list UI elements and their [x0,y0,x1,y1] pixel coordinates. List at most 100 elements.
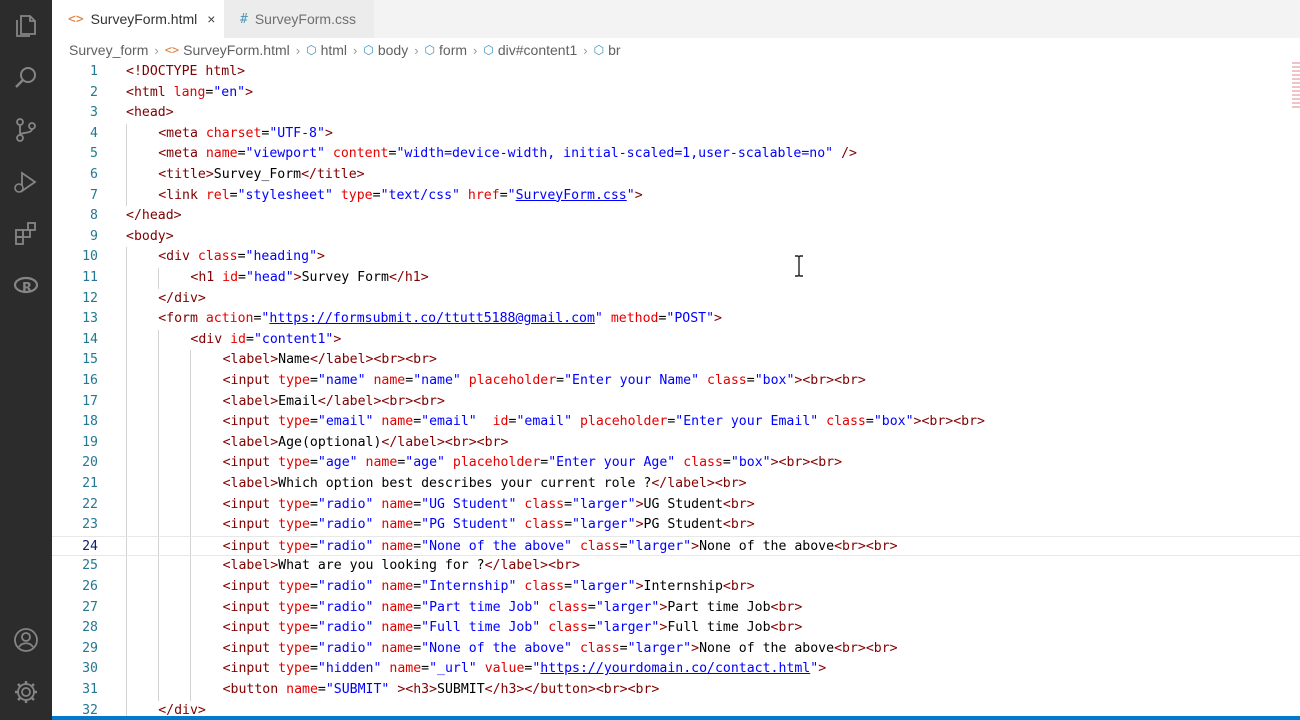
indent-guide [158,371,160,392]
code-line[interactable]: 9 <body> [52,227,1300,248]
code-line[interactable]: 26 <input type="radio" name="Internship" … [52,577,1300,598]
code-token: " [626,187,635,203]
r-icon[interactable]: R [0,266,52,306]
code-token: <div [158,249,198,265]
code-token: placeholder [579,414,668,430]
code-token: = [619,640,628,656]
code-line[interactable]: 21 <label>Which option best describes you… [52,474,1300,495]
code-token: </label><br> [651,476,747,491]
code-token[interactable]: https://yourdomain.co/contact.html [540,661,810,676]
code-line[interactable]: 1 <!DOCTYPE html> [52,62,1300,83]
breadcrumb-br[interactable]: ⬡ br [594,42,621,58]
code-line[interactable]: 23 <input type="radio" name="PG Student" … [52,515,1300,536]
code-line[interactable]: 12 </div> [52,288,1300,310]
code-text: <link rel="stylesheet" type="text/css" h… [158,186,642,207]
code-token: <input [222,661,279,677]
indent-guide [126,536,127,556]
code-line[interactable]: 16 <input type="name" name="name" placeho… [52,371,1300,392]
indent-guide [190,536,192,556]
line-number: 13 [82,311,98,327]
code-line[interactable]: 25 <label>What are you looking for ?</lab… [52,556,1300,577]
breadcrumb-div-content1[interactable]: ⬡ div#content1 [483,42,577,58]
code-token: "name" [413,373,461,388]
code-line[interactable]: 22 <input type="radio" name="UG Student" … [52,494,1300,516]
code-line[interactable]: 15 <label>Name</label><br><br> [52,350,1300,371]
code-line[interactable]: 7 <link rel="stylesheet" type="text/css" … [52,185,1300,207]
close-icon[interactable]: × [207,11,215,27]
code-token: "larger" [595,620,660,636]
code-line[interactable]: 19 <label>Age(optional)</label><br><br> [52,432,1300,454]
code-text: <label>Name</label><br><br> [223,350,437,371]
tab-surveyform-html[interactable]: <> SurveyForm.html × [52,0,224,38]
code-line[interactable]: 30 <input type="hidden" name="_url" value… [52,659,1300,680]
tab-surveyform-css[interactable]: # SurveyForm.css [224,0,374,38]
run-debug-icon[interactable] [0,162,52,202]
indent-guide [158,638,160,660]
indent-guide [190,659,192,680]
code-line[interactable]: 31 <button name="SUBMIT" ><h3>SUBMIT</h3>… [52,680,1300,701]
code-line[interactable]: 20 <input type="age" name="age" placehold… [52,453,1300,474]
line-number: 19 [82,434,98,450]
search-icon[interactable] [0,58,52,98]
code-text: <head> [126,103,174,124]
code-token: "en" [213,84,246,100]
code-text: <input type="age" name="age" placeholder… [223,453,842,474]
code-token: = [556,373,565,388]
code-line[interactable]: 13 <form action="https://formsubmit.co/tt… [52,309,1300,330]
code-line[interactable]: 14 <div id="content1"> [52,329,1300,351]
breadcrumb-folder[interactable]: Survey_form [69,42,148,58]
code-token: class [524,517,565,533]
tab-label: SurveyForm.html [90,11,198,27]
code-line[interactable]: 5 <meta name="viewport" content="width=de… [52,144,1300,165]
code-line[interactable]: 4 <meta charset="UTF-8"> [52,123,1300,145]
code-text: <!DOCTYPE html> [126,62,245,83]
breadcrumb-file[interactable]: <> SurveyForm.html [165,42,290,58]
breadcrumb-body[interactable]: ⬡ body [363,42,408,58]
code-line[interactable]: 11 <h1 id="head">Survey Form</h1> [52,268,1300,289]
indent-guide [126,391,127,413]
code-token[interactable]: https://formsubmit.co/ttutt5188@gmail.co… [269,311,595,326]
code-token: class [524,496,565,512]
indent-guide [158,432,160,454]
settings-gear-icon[interactable] [0,672,52,712]
code-line[interactable]: 29 <input type="radio" name="None of the … [52,638,1300,660]
code-token: placeholder [468,373,557,388]
code-line[interactable]: 17 <label>Email</label><br><br> [52,391,1300,413]
line-number: 10 [82,249,98,265]
code-token: <meta [158,146,206,162]
code-text: <h1 id="head">Survey Form</h1> [190,268,428,289]
code-token: = [238,270,246,285]
indent-guide [126,185,127,207]
code-token: "larger" [572,579,636,594]
indent-guide [126,371,127,392]
code-token: type [340,187,373,203]
code-token: "larger" [572,496,636,512]
code-token[interactable]: SurveyForm.css [516,188,627,203]
code-token: " [507,187,516,203]
minimap[interactable] [1292,62,1300,122]
code-line[interactable]: 8 </head> [52,206,1300,227]
code-line[interactable]: 6 <title>Survey_Form</title> [52,165,1300,186]
files-icon[interactable] [0,6,52,46]
code-token: </label><br><br> [381,434,509,450]
code-line[interactable]: 27 <input type="radio" name="Part time Jo… [52,597,1300,619]
code-line[interactable]: 28 <input type="radio" name="Full time Jo… [52,618,1300,639]
code-line[interactable]: 2 <html lang="en"> [52,83,1300,104]
account-icon[interactable] [0,620,52,660]
source-control-icon[interactable] [0,110,52,150]
code-line[interactable]: 18 <input type="email" name="email" id="e… [52,412,1300,433]
code-text: <button name="SUBMIT" ><h3>SUBMIT</h3></… [223,680,660,701]
indent-guide [190,638,192,660]
extensions-icon[interactable] [0,214,52,254]
indent-guide [158,515,160,536]
code-line[interactable]: 3 <head> [52,103,1300,124]
code-token: What are you looking for ? [278,558,485,574]
breadcrumb-html[interactable]: ⬡ html [306,42,347,58]
code-editor[interactable]: 1 <!DOCTYPE html> 2 <html lang="en"> 3 <head>… [52,62,1300,720]
code-line[interactable]: 10 <div class="heading"> [52,247,1300,268]
code-line[interactable]: 24 <input type="radio" name="None of the … [52,535,1300,557]
breadcrumb-form[interactable]: ⬡ form [425,42,467,58]
code-text: <label>Which option best describes your … [223,474,747,495]
code-token: class [197,249,238,265]
code-token: </div> [158,290,206,306]
